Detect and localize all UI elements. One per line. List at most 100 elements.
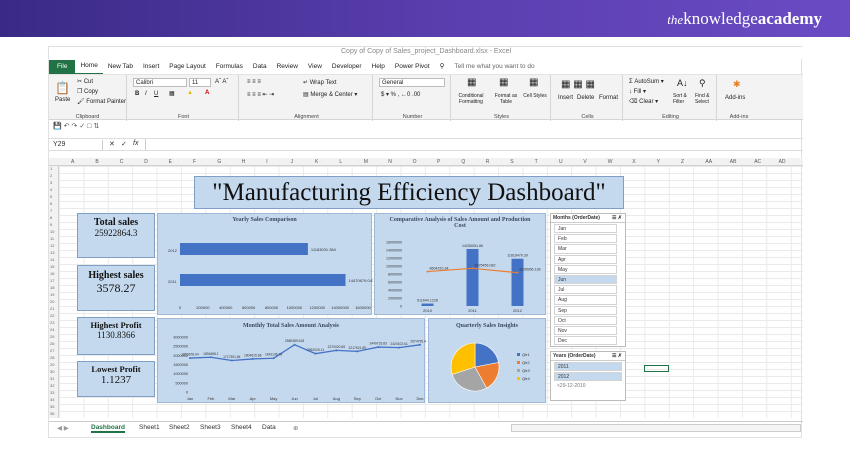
row-header[interactable]: 34 bbox=[50, 397, 54, 402]
save-icon[interactable]: 💾 bbox=[53, 123, 62, 130]
slicer-item[interactable]: Jun bbox=[554, 274, 617, 285]
column-header[interactable]: A bbox=[71, 159, 74, 165]
column-header[interactable]: I bbox=[266, 159, 267, 165]
column-header[interactable]: L bbox=[339, 159, 342, 165]
row-header[interactable]: 9 bbox=[50, 222, 52, 227]
column-header[interactable]: K bbox=[315, 159, 318, 165]
column-header[interactable]: AA bbox=[705, 159, 712, 165]
slicer-item[interactable]: <29-12-2010 bbox=[554, 382, 622, 391]
clear-button[interactable]: ⌫ Clear ▾ bbox=[629, 98, 658, 105]
row-header[interactable]: 32 bbox=[50, 383, 54, 388]
years-slicer[interactable]: Years (OrderDate) ☰ ✗ 2011 2012 <29-12-20… bbox=[550, 351, 626, 401]
sort-asc-icon[interactable]: ⇅ bbox=[93, 123, 99, 130]
column-header[interactable]: M bbox=[364, 159, 368, 165]
row-header[interactable]: 15 bbox=[50, 264, 54, 269]
slicer-item[interactable]: Aug bbox=[554, 295, 617, 305]
insert-cells-button[interactable]: Insert bbox=[558, 95, 573, 101]
horizontal-scrollbar[interactable] bbox=[511, 424, 801, 432]
row-header[interactable]: 17 bbox=[50, 278, 54, 283]
row-header[interactable]: 29 bbox=[50, 362, 54, 367]
bold-button[interactable]: B bbox=[135, 91, 139, 97]
row-header[interactable]: 30 bbox=[50, 369, 54, 374]
slicer-item[interactable]: May bbox=[554, 264, 617, 274]
row-header[interactable]: 21 bbox=[50, 306, 54, 311]
name-box[interactable]: Y29 bbox=[53, 140, 103, 150]
quarterly-sales-chart[interactable]: Quarterly Sales Insights Qtr1 Qtr2 Qtr3 Qtr… bbox=[428, 318, 546, 403]
tab-insert[interactable]: Insert bbox=[138, 60, 164, 74]
row-header[interactable]: 6 bbox=[50, 201, 52, 206]
enter-icon[interactable]: ✓ bbox=[121, 140, 127, 148]
slicer-item[interactable]: Mar bbox=[554, 244, 617, 254]
column-header[interactable]: H bbox=[242, 159, 246, 165]
autosum-button[interactable]: Σ AutoSum ▾ bbox=[629, 78, 664, 85]
format-as-table-button[interactable]: Format as Table bbox=[491, 93, 521, 105]
merge-center-button[interactable]: ▤ Merge & Center ▾ bbox=[303, 91, 357, 98]
find-select-button[interactable]: Find & Select bbox=[695, 93, 717, 105]
sheet-tab-data[interactable]: Data bbox=[262, 424, 276, 431]
row-header[interactable]: 2 bbox=[50, 173, 52, 178]
tell-me-search[interactable]: Tell me what you want to do bbox=[449, 60, 539, 74]
comparative-analysis-chart[interactable]: Comparative Analysis of Sales Amount and… bbox=[374, 213, 546, 315]
column-header[interactable]: B bbox=[95, 159, 98, 165]
column-header[interactable]: N bbox=[388, 159, 392, 165]
font-color-icon[interactable]: A bbox=[205, 90, 209, 96]
tab-formulas[interactable]: Formulas bbox=[211, 60, 248, 74]
add-sheet-icon[interactable]: ⊕ bbox=[293, 424, 298, 432]
slicer-item[interactable]: Nov bbox=[554, 325, 617, 336]
column-header[interactable]: P bbox=[437, 159, 440, 165]
cancel-icon[interactable]: ✕ bbox=[109, 140, 115, 148]
column-header[interactable]: Z bbox=[681, 159, 684, 165]
row-header[interactable]: 16 bbox=[50, 271, 54, 276]
fill-color-icon[interactable]: ▲ bbox=[187, 90, 193, 96]
cut-button[interactable]: ✂ Cut bbox=[77, 78, 93, 85]
slicer-item[interactable]: Jul bbox=[554, 285, 617, 295]
conditional-formatting-button[interactable]: Conditional Formatting bbox=[455, 93, 487, 105]
tab-review[interactable]: Review bbox=[272, 60, 303, 74]
row-header[interactable]: 12 bbox=[50, 243, 54, 248]
column-header[interactable]: W bbox=[608, 159, 613, 165]
row-header[interactable]: 24 bbox=[50, 327, 54, 332]
tab-page-layout[interactable]: Page Layout bbox=[164, 60, 211, 74]
row-header[interactable]: 35 bbox=[50, 404, 54, 409]
column-header[interactable]: T bbox=[535, 159, 538, 165]
align-left-icon[interactable]: ≡ ≡ ≡ ⇤ ⇥ bbox=[247, 91, 274, 98]
redo-icon[interactable]: ↷ bbox=[72, 123, 78, 130]
clear-filter-icon[interactable]: ☰ ✗ bbox=[612, 214, 622, 223]
align-top-icon[interactable]: ≡ ≡ ≡ bbox=[247, 79, 261, 85]
column-header[interactable]: U bbox=[559, 159, 563, 165]
row-header[interactable]: 13 bbox=[50, 250, 54, 255]
scroll-tabs-left-icon[interactable]: ◀ ▶ bbox=[57, 424, 69, 432]
row-header[interactable]: 14 bbox=[50, 257, 54, 262]
font-grow-icon[interactable]: Aˆ Aˇ bbox=[215, 79, 228, 85]
format-painter-button[interactable]: 🖌 Format Painter bbox=[77, 98, 126, 105]
sheet-tab-sheet3[interactable]: Sheet3 bbox=[200, 424, 221, 431]
sheet-tab-sheet1[interactable]: Sheet1 bbox=[139, 424, 160, 431]
row-header[interactable]: 22 bbox=[50, 313, 54, 318]
sheet-tab-sheet4[interactable]: Sheet4 bbox=[231, 424, 252, 431]
cell-styles-button[interactable]: Cell Styles bbox=[523, 93, 547, 99]
column-header[interactable]: AB bbox=[730, 159, 737, 165]
tab-file[interactable]: File bbox=[49, 60, 76, 74]
column-header[interactable]: O bbox=[413, 159, 417, 165]
number-format-select[interactable]: General bbox=[379, 78, 445, 87]
tab-home[interactable]: Home bbox=[75, 59, 103, 75]
delete-cells-button[interactable]: Delete bbox=[577, 95, 594, 101]
column-header[interactable]: V bbox=[583, 159, 586, 165]
undo-icon[interactable]: ↶ bbox=[64, 123, 70, 130]
column-header[interactable]: C bbox=[120, 159, 124, 165]
wrap-text-button[interactable]: ↵ Wrap Text bbox=[303, 79, 337, 86]
borders-icon[interactable]: ▦ bbox=[169, 90, 175, 97]
row-header[interactable]: 11 bbox=[50, 236, 54, 241]
slicer-item[interactable]: Feb bbox=[554, 234, 617, 244]
row-header[interactable]: 23 bbox=[50, 320, 54, 325]
column-header[interactable]: S bbox=[510, 159, 513, 165]
row-header[interactable]: 20 bbox=[50, 299, 54, 304]
format-painter-icon[interactable]: ✓ bbox=[79, 123, 85, 130]
font-size-select[interactable]: 11 bbox=[189, 78, 211, 87]
formula-input[interactable] bbox=[145, 139, 785, 150]
tab-data[interactable]: Data bbox=[248, 60, 272, 74]
currency-icon[interactable]: $ ▾ % , ←0 .00 bbox=[381, 91, 420, 98]
yearly-sales-chart[interactable]: Yearly Sales Comparison 0 200000 400000 600… bbox=[157, 213, 373, 315]
fill-button[interactable]: ↓ Fill ▾ bbox=[629, 88, 646, 95]
slicer-item[interactable]: Oct bbox=[554, 315, 617, 325]
